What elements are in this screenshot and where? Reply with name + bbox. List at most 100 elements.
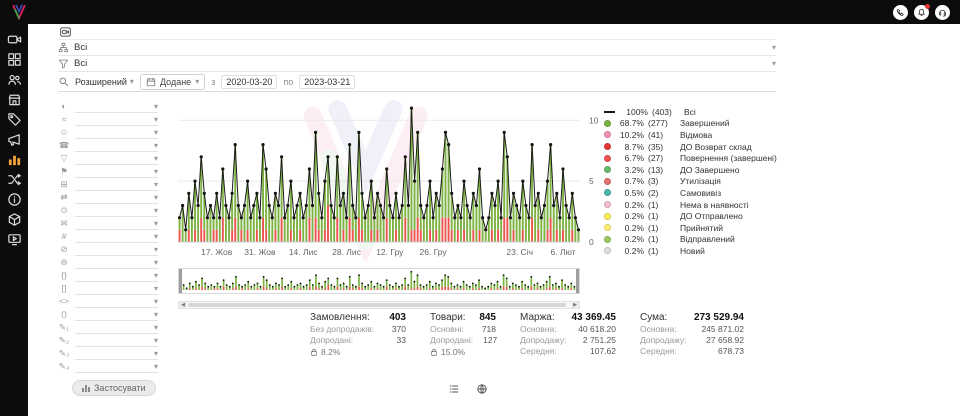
filter-flag[interactable]: ⚑ — [58, 165, 158, 178]
sidebar-item-marketing[interactable] — [7, 132, 22, 147]
sidebar-item-users[interactable] — [7, 72, 22, 87]
legend-item[interactable]: 3.2%(13)ДО Завершено — [604, 164, 777, 176]
legend-item[interactable]: 0.2%(1)Нема в наявності — [604, 199, 777, 211]
chart-scrollbar[interactable]: ◀ ▶ — [178, 301, 580, 309]
svg-text:10: 10 — [589, 115, 599, 125]
legend-item[interactable]: 8.7%(35)ДО Возврат склад — [604, 141, 777, 153]
stat-sub-value: 127 — [483, 335, 497, 345]
legend-item[interactable]: 6.7%(27)Повернення (завершені) — [604, 152, 777, 164]
filter-custom-4[interactable]: () — [58, 308, 158, 321]
legend-item[interactable]: 0.7%(3)Утилізація — [604, 176, 777, 188]
legend-item[interactable]: 0.2%(1)Відправлений — [604, 234, 777, 246]
filter-note-2[interactable]: ✎₂ — [58, 334, 158, 347]
filter-channel[interactable]: ≈ — [58, 113, 158, 126]
dot-swatch — [604, 224, 611, 231]
legend-count: (277) — [648, 118, 676, 128]
filter-dropdown-structure[interactable]: Всі — [58, 40, 776, 56]
stat-sub-label: Допродані: — [430, 335, 473, 345]
search-mode-dropdown[interactable]: Розширений — [75, 77, 134, 87]
sidebar-item-info[interactable] — [7, 192, 22, 207]
sidebar-item-tags[interactable] — [7, 112, 22, 127]
legend-item[interactable]: 0.2%(1)Новий — [604, 245, 777, 257]
legend-count: (27) — [648, 153, 676, 163]
date-to-input[interactable]: 2023-03-21 — [299, 75, 355, 89]
filter-status[interactable]: ◐ — [58, 100, 158, 113]
stat-title-value: 273 529.94 — [694, 312, 744, 323]
legend-label: Новий — [680, 246, 705, 256]
filter-tag-number[interactable]: # — [58, 230, 158, 243]
summary-stats: Замовлення:403Без допродажів:370Допродан… — [310, 312, 744, 357]
email-icon: ✉ — [58, 219, 70, 228]
filter-manager[interactable]: ☺ — [58, 126, 158, 139]
app-logo-icon[interactable] — [10, 3, 28, 21]
legend-percent: 68.7% — [615, 118, 644, 128]
chevron-down-icon — [154, 233, 158, 241]
filter-target[interactable]: ⊙ — [58, 204, 158, 217]
orders-chart[interactable]: 051017. Жов31. Жов14. Лис28. Лис12. Гру2… — [178, 102, 614, 267]
sidebar-item-grid[interactable] — [7, 52, 22, 67]
scrollbar-thumb[interactable] — [188, 303, 566, 307]
stat-sub-label: Допродажу: — [640, 335, 687, 345]
filter-email[interactable]: ✉ — [58, 217, 158, 230]
sidebar-item-integrations[interactable] — [7, 172, 22, 187]
chevron-down-icon — [154, 129, 158, 137]
chart-navigator[interactable] — [178, 268, 580, 299]
filter-excluded[interactable]: ⊘ — [58, 243, 158, 256]
channel-icon: ≈ — [58, 115, 70, 124]
search-icon[interactable] — [58, 76, 69, 87]
legend-item[interactable]: 0.2%(1)ДО Отправлено — [604, 210, 777, 222]
stat-sub-value: 370 — [392, 324, 406, 334]
pencil-3-icon: ✎₃ — [58, 349, 70, 358]
legend-item[interactable]: 68.7%(277)Завершений — [604, 118, 777, 130]
hash-icon: # — [58, 232, 70, 241]
sidebar-item-analytics[interactable] — [7, 152, 22, 167]
apply-button-label: Застосувати — [94, 383, 146, 393]
legend-item[interactable]: 0.5%(2)Самовивіз — [604, 187, 777, 199]
stat-column: Товари:845Основні:718Допродані:12715.0% — [430, 312, 496, 357]
sidebar-item-video[interactable] — [7, 32, 22, 47]
filter-dropdown-funnel[interactable]: Всі — [58, 56, 776, 72]
filter-custom-3[interactable]: <> — [58, 295, 158, 308]
scroll-right-icon[interactable]: ▶ — [571, 302, 579, 308]
chart-navigator-wrap: ◀ ▶ — [178, 268, 580, 309]
funnel-icon — [58, 58, 69, 69]
filter-product[interactable]: ⊞ — [58, 178, 158, 191]
top-filters: Всі Всі Розширений Додане з 2020-03-20 п… — [58, 24, 776, 92]
chevron-down-icon — [154, 116, 158, 124]
scroll-left-icon[interactable]: ◀ — [179, 302, 187, 308]
date-field-dropdown[interactable]: Додане — [140, 74, 205, 90]
filter-group[interactable]: ⊚ — [58, 256, 158, 269]
video-source-icon[interactable] — [58, 25, 73, 38]
filter-funnel[interactable]: ▽ — [58, 152, 158, 165]
filter-phone[interactable]: ☎ — [58, 139, 158, 152]
globe-button[interactable] — [476, 382, 488, 394]
filter-note-1[interactable]: ✎₁ — [58, 321, 158, 334]
filter-exchange[interactable]: ⇄ — [58, 191, 158, 204]
legend-item[interactable]: 100%(403)Всі — [604, 106, 777, 118]
legend-label: Всі — [684, 107, 696, 117]
support-button[interactable] — [935, 5, 950, 20]
sidebar-item-store[interactable] — [7, 92, 22, 107]
dot-swatch — [604, 131, 611, 138]
legend-item[interactable]: 10.2%(41)Відмова — [604, 129, 777, 141]
legend-item[interactable]: 0.2%(1)Прийнятий — [604, 222, 777, 234]
chevron-down-icon — [154, 259, 158, 267]
filter-note-3[interactable]: ✎₃ — [58, 347, 158, 360]
dropdown — [75, 360, 158, 373]
phone-button[interactable] — [893, 5, 908, 20]
notifications-button[interactable] — [914, 5, 929, 20]
sidebar-item-products[interactable] — [7, 212, 22, 227]
legend-count: (1) — [648, 234, 676, 244]
filter-note-4[interactable]: ✎₄ — [58, 360, 158, 373]
legend-count: (1) — [648, 211, 676, 221]
legend-percent: 0.2% — [615, 234, 644, 244]
filter-custom-2[interactable]: [] — [58, 282, 158, 295]
dropdown — [75, 321, 158, 334]
sidebar-item-media[interactable] — [7, 232, 22, 247]
apply-button[interactable]: Застосувати — [72, 380, 156, 396]
stat-column: Замовлення:403Без допродажів:370Допродан… — [310, 312, 406, 357]
stat-title: Товари:845 — [430, 312, 496, 323]
list-view-button[interactable] — [448, 382, 460, 394]
date-from-input[interactable]: 2020-03-20 — [221, 75, 277, 89]
filter-custom-1[interactable]: {} — [58, 269, 158, 282]
